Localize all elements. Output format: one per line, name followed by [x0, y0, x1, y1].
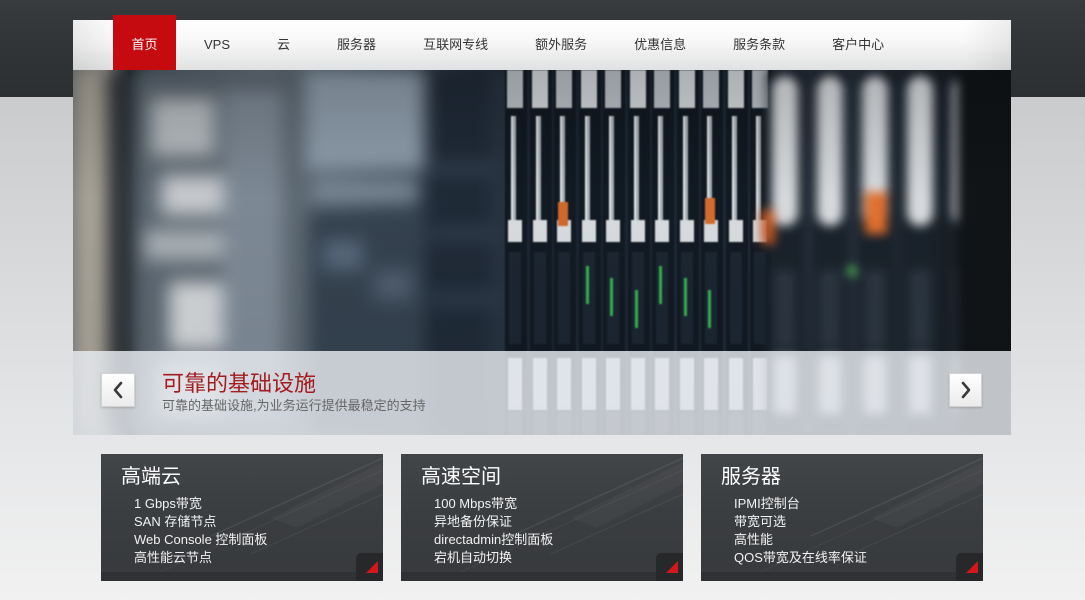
feature-more-button[interactable] — [956, 553, 983, 581]
feature-list-item: SAN 存储节点 — [134, 514, 217, 529]
feature-footer — [101, 572, 383, 581]
slider-caption: 可靠的基础设施 可靠的基础设施,为业务运行提供最稳定的支持 — [73, 351, 1011, 435]
caption-subtitle: 可靠的基础设施,为业务运行提供最稳定的支持 — [162, 398, 426, 413]
feature-footer — [401, 572, 683, 581]
feature-list: 100 Mbps带宽 异地备份保证 directadmin控制面板 宕机自动切换 — [434, 495, 553, 567]
nav-list: 首页 VPS 云 服务器 互联网专线 额外服务 优惠信息 服务条款 客户中心 — [73, 15, 1011, 70]
corner-arrow-icon — [666, 561, 678, 573]
page: 首页 VPS 云 服务器 互联网专线 额外服务 优惠信息 服务条款 客户中心 可… — [0, 0, 1085, 600]
nav-item-terms[interactable]: 服务条款 — [710, 20, 809, 70]
feature-card-servers: 服务器 IPMI控制台 带宽可选 高性能 QOS带宽及在线率保证 — [701, 454, 983, 581]
main-nav: 首页 VPS 云 服务器 互联网专线 额外服务 优惠信息 服务条款 客户中心 — [73, 15, 1011, 70]
feature-list-item: 宕机自动切换 — [434, 550, 513, 565]
chevron-right-icon — [961, 381, 970, 399]
feature-list-item: Web Console 控制面板 — [134, 532, 268, 547]
nav-item-cloud[interactable]: 云 — [254, 20, 314, 70]
feature-list-item: 带宽可选 — [734, 514, 787, 529]
nav-item-home[interactable]: 首页 — [113, 15, 177, 70]
feature-title: 服务器 — [721, 466, 781, 488]
slider-prev-button[interactable] — [101, 373, 135, 407]
nav-item-servers[interactable]: 服务器 — [314, 20, 400, 70]
nav-item-client-center[interactable]: 客户中心 — [809, 20, 908, 70]
feature-list-item: QOS带宽及在线率保证 — [734, 550, 867, 565]
nav-item-extra-services[interactable]: 额外服务 — [512, 20, 611, 70]
caption-title: 可靠的基础设施 — [162, 371, 317, 396]
feature-list-item: 异地备份保证 — [434, 514, 513, 529]
corner-arrow-icon — [366, 561, 378, 573]
feature-list-item: directadmin控制面板 — [434, 532, 554, 547]
feature-list-item: 1 Gbps带宽 — [134, 496, 202, 511]
feature-list: 1 Gbps带宽 SAN 存储节点 Web Console 控制面板 高性能云节… — [134, 495, 267, 567]
feature-list-item: IPMI控制台 — [734, 496, 800, 511]
hero-slider: 可靠的基础设施 可靠的基础设施,为业务运行提供最稳定的支持 — [73, 70, 1011, 435]
feature-list-item: 高性能云节点 — [134, 550, 213, 565]
feature-title: 高端云 — [121, 466, 181, 488]
feature-list: IPMI控制台 带宽可选 高性能 QOS带宽及在线率保证 — [734, 495, 867, 567]
feature-title: 高速空间 — [421, 466, 501, 488]
feature-list-item: 高性能 — [734, 532, 774, 547]
corner-arrow-icon — [966, 561, 978, 573]
feature-more-button[interactable] — [356, 553, 383, 581]
feature-more-button[interactable] — [656, 553, 683, 581]
nav-item-promotions[interactable]: 优惠信息 — [611, 20, 710, 70]
feature-card-hosting: 高速空间 100 Mbps带宽 异地备份保证 directadmin控制面板 宕… — [401, 454, 683, 581]
chevron-left-icon — [113, 381, 123, 399]
feature-card-cloud: 高端云 1 Gbps带宽 SAN 存储节点 Web Console 控制面板 高… — [101, 454, 383, 581]
feature-footer — [701, 572, 983, 581]
nav-item-vps[interactable]: VPS — [181, 20, 254, 70]
feature-list-item: 100 Mbps带宽 — [434, 496, 518, 511]
nav-item-dedicated-line[interactable]: 互联网专线 — [400, 20, 512, 70]
slider-next-button[interactable] — [949, 373, 982, 407]
